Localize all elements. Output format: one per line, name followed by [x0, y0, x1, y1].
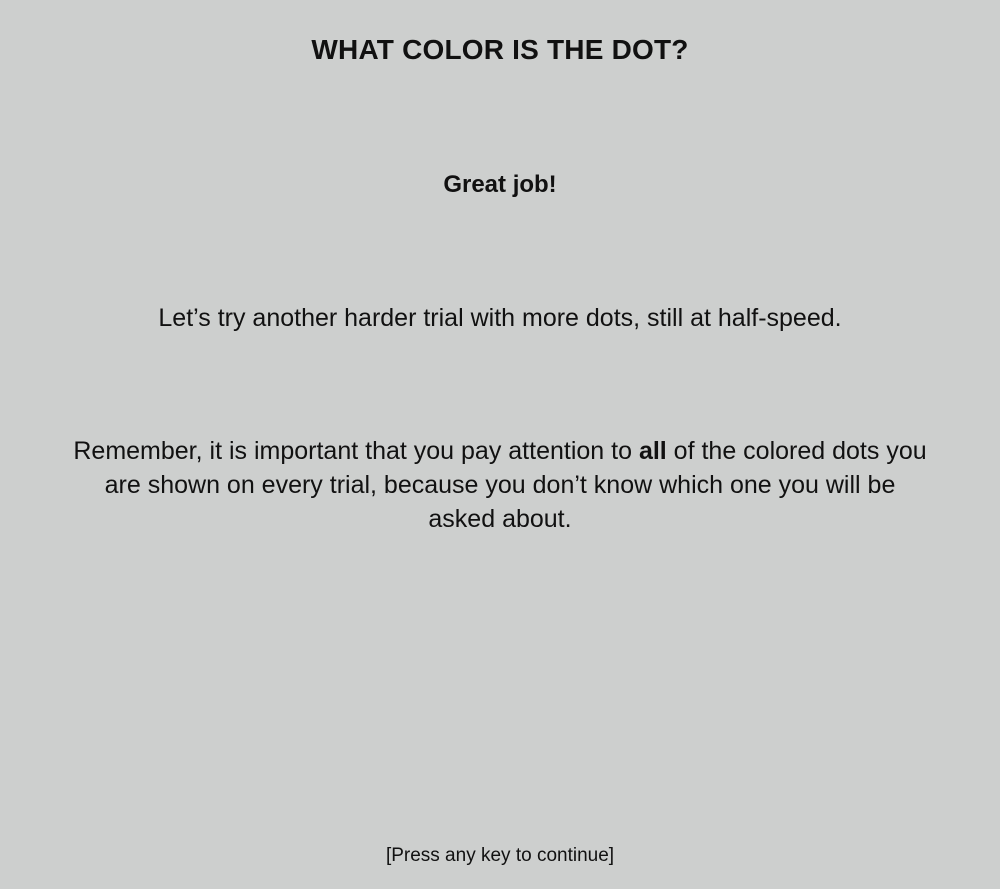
feedback-message: Great job!: [443, 171, 557, 198]
continue-prompt[interactable]: [Press any key to continue]: [0, 845, 1000, 867]
page-title: WHAT COLOR IS THE DOT?: [311, 34, 689, 65]
reminder-emphasis: all: [638, 437, 667, 465]
reminder-paragraph: Remember, it is important that you pay a…: [70, 434, 930, 536]
instruction-text: Let’s try another harder trial with more…: [158, 304, 842, 332]
reminder-text-before: Remember, it is important that you pay a…: [73, 437, 639, 465]
